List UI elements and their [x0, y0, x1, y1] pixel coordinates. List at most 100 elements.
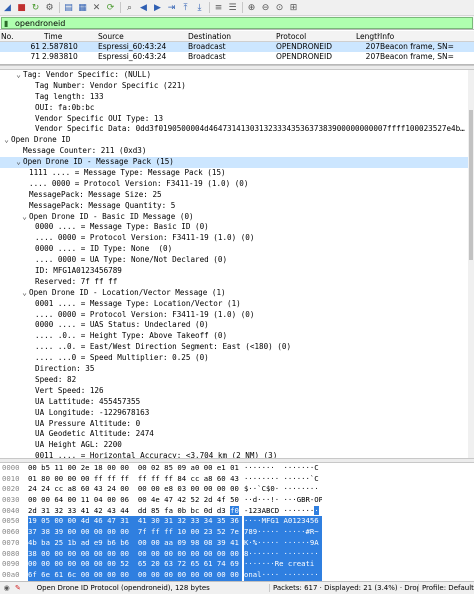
display-filter-field[interactable]: ▮ [1, 17, 473, 29]
bytes-hex[interactable]: 19 05 00 00 4d 46 47 31 41 30 31 32 33 3… [28, 516, 242, 528]
tree-item[interactable]: 0000 .... = Message Type: Basic ID (0) [0, 222, 474, 233]
tree-item[interactable]: Vert Speed: 126 [0, 386, 474, 397]
tree-item[interactable]: ⌄ Tag: Vendor Specific: (NULL) [0, 70, 474, 81]
bytes-row[interactable]: 00a0 6f 6e 61 6c 00 00 00 00 00 00 00 00 … [0, 569, 474, 581]
tree-item[interactable]: Message Counter: 211 (0xd3) [0, 146, 474, 157]
bytes-hex[interactable]: 24 24 cc a8 60 43 24 00 00 00 e8 03 00 0… [28, 484, 242, 495]
zoom-in-icon[interactable]: ⊕ [245, 1, 258, 14]
bytes-row[interactable]: 0040 2d 31 32 33 41 42 43 44 dd 85 fa 0b … [0, 505, 474, 517]
bytes-ascii[interactable]: K·%····· ······9A [244, 537, 322, 549]
bytes-row[interactable]: 0060 37 38 39 00 00 00 00 00 7f ff ff 10 … [0, 527, 474, 538]
column-header-info[interactable]: Info [380, 31, 474, 42]
bytes-ascii[interactable]: ··d···!· ···GBR-OP [244, 495, 322, 506]
bytes-hex[interactable]: 6f 6e 61 6c 00 00 00 00 00 00 00 00 00 0… [28, 569, 242, 581]
expand-arrow-icon[interactable]: ⌄ [20, 288, 29, 299]
tree-item[interactable]: Vendor Specific Data: 0dd3f0190500004d46… [0, 124, 474, 135]
tree-item[interactable]: ⌄ Open Drone ID - Basic ID Message (0) [0, 212, 474, 223]
bytes-ascii[interactable]: -123ABCD ········ [244, 505, 322, 517]
expand-arrow-icon[interactable]: ⌄ [2, 135, 11, 146]
tree-item[interactable]: 0000 .... = ID Type: None (0) [0, 244, 474, 255]
colorize-icon[interactable]: ☰ [226, 1, 239, 14]
zoom-out-icon[interactable]: ⊖ [259, 1, 272, 14]
bytes-row[interactable]: 0070 4b ba 25 1b ad e9 b6 b6 00 00 aa 09 … [0, 537, 474, 549]
tree-item[interactable]: 1111 .... = Message Type: Message Pack (… [0, 168, 474, 179]
autoscroll-icon[interactable]: ≡ [212, 1, 225, 14]
bytes-hex[interactable]: 00 b5 11 00 2e 18 00 00 00 02 85 09 a0 0… [28, 463, 242, 474]
tree-item[interactable]: UA Lattitude: 455457355 [0, 397, 474, 408]
tree-item[interactable]: ⌄ Open Drone ID [0, 135, 474, 146]
go-back-icon[interactable]: ◀ [137, 1, 150, 14]
tree-item[interactable]: .... ...0 = Speed Multiplier: 0.25 (0) [0, 353, 474, 364]
bytes-hex[interactable]: 01 80 00 00 00 ff ff ff ff ff ff 84 cc a… [28, 474, 242, 485]
packet-row[interactable]: 71 2.983810 Espressi_60:43:24 Broadcast … [0, 52, 474, 62]
bytes-ascii[interactable]: onal···· ········ [244, 569, 322, 581]
save-file-icon[interactable]: ▦ [76, 1, 89, 14]
tree-item[interactable]: UA Pressure Altitude: 0 [0, 419, 474, 430]
bytes-hex[interactable]: 4b ba 25 1b ad e9 b6 b6 00 00 aa 09 98 0… [28, 537, 242, 549]
tree-item[interactable]: ⌄ Open Drone ID - Location/Vector Message… [0, 288, 474, 299]
go-to-packet-icon[interactable]: ⇥ [165, 1, 178, 14]
bytes-hex[interactable]: 00 00 64 00 11 04 00 06 00 4e 47 42 52 2… [28, 495, 242, 506]
bytes-ascii[interactable]: $··`C$0· ········ [244, 484, 322, 495]
bytes-hex[interactable]: 38 00 00 00 00 00 00 00 00 00 00 00 00 0… [28, 548, 242, 560]
bytes-ascii[interactable]: ······· ·······C [244, 463, 322, 474]
tree-item[interactable]: UA Longitude: -1229678163 [0, 408, 474, 419]
tree-item[interactable]: .... ..0. = East/West Direction Segment:… [0, 342, 474, 353]
expand-arrow-icon[interactable]: ⌄ [14, 157, 23, 168]
go-last-icon[interactable]: ⤓ [193, 1, 206, 14]
bytes-ascii[interactable]: ········ ······`C [244, 474, 322, 485]
tree-item[interactable]: 0001 .... = Message Type: Location/Vecto… [0, 299, 474, 310]
capture-options-icon[interactable]: ⚙ [43, 1, 56, 14]
open-file-icon[interactable]: ▤ [62, 1, 75, 14]
tree-item[interactable]: OUI: fa:0b:bc [0, 103, 474, 114]
column-header-length[interactable]: Length [356, 31, 380, 42]
tree-item[interactable]: Vendor Specific OUI Type: 13 [0, 114, 474, 125]
zoom-normal-icon[interactable]: ⊙ [273, 1, 286, 14]
capture-comment-icon[interactable]: ✎ [13, 583, 22, 593]
display-filter-input[interactable] [15, 18, 455, 28]
restart-capture-icon[interactable]: ↻ [29, 1, 42, 14]
tree-item[interactable]: MessagePack: Message Size: 25 [0, 190, 474, 201]
expert-info-icon[interactable]: ◉ [2, 583, 11, 593]
bytes-ascii[interactable]: ·······Re creati [244, 559, 322, 570]
bytes-row[interactable]: 0000 00 b5 11 00 2e 18 00 00 00 02 85 09 … [0, 463, 474, 474]
tree-item[interactable]: .... 0000 = Protocol Version: F3411-19 (… [0, 233, 474, 244]
close-file-icon[interactable]: ✕ [90, 1, 103, 14]
find-packet-icon[interactable]: ⌕ [123, 1, 136, 14]
packet-row[interactable]: 61 2.587810 Espressi_60:43:24 Broadcast … [0, 42, 474, 52]
tree-item[interactable]: Tag length: 133 [0, 92, 474, 103]
tree-item[interactable]: .... .0.. = Height Type: Above Takeoff (… [0, 331, 474, 342]
bytes-ascii[interactable]: ····MFG1 A0123456 [244, 516, 322, 528]
column-header-destination[interactable]: Destination [188, 31, 274, 42]
go-first-icon[interactable]: ⤒ [179, 1, 192, 14]
bytes-row[interactable]: 0090 00 00 00 00 00 00 00 52 65 20 63 72 … [0, 559, 474, 570]
reload-file-icon[interactable]: ⟳ [104, 1, 117, 14]
tree-item[interactable]: Direction: 35 [0, 364, 474, 375]
expand-arrow-icon[interactable]: ⌄ [14, 70, 23, 81]
tree-item[interactable]: ID: MFG1A0123456789 [0, 266, 474, 277]
stop-capture-icon[interactable]: ■ [15, 1, 28, 14]
tree-item[interactable]: ⌄ Open Drone ID - Message Pack (15) [0, 157, 474, 169]
expand-arrow-icon[interactable]: ⌄ [20, 212, 29, 223]
tree-item[interactable]: MessagePack: Message Quantity: 5 [0, 201, 474, 212]
tree-item[interactable]: .... 0000 = Protocol Version: F3411-19 (… [0, 310, 474, 321]
bytes-row[interactable]: 0050 19 05 00 00 4d 46 47 31 41 30 31 32 … [0, 516, 474, 528]
tree-item[interactable]: UA Geodetic Altitude: 2474 [0, 429, 474, 440]
resize-columns-icon[interactable]: ⊞ [287, 1, 300, 14]
details-scrollbar[interactable] [468, 70, 474, 458]
bytes-hex[interactable]: 37 38 39 00 00 00 00 00 7f ff ff 10 00 2… [28, 527, 242, 538]
tree-item[interactable]: .... 0000 = UA Type: None/Not Declared (… [0, 255, 474, 266]
column-header-protocol[interactable]: Protocol [276, 31, 354, 42]
status-profile[interactable]: Profile: Default [417, 584, 474, 592]
bytes-row[interactable]: 0080 38 00 00 00 00 00 00 00 00 00 00 00 … [0, 548, 474, 560]
tree-item[interactable]: Reserved: 7f ff ff [0, 277, 474, 288]
tree-item[interactable]: 0011 .... = Horizontal Accuracy: <3.704 … [0, 451, 474, 458]
bytes-ascii[interactable]: 8······· ········ [244, 548, 322, 560]
bytes-row[interactable]: 0020 24 24 cc a8 60 43 24 00 00 00 e8 03 … [0, 484, 474, 495]
bytes-row[interactable]: 0010 01 80 00 00 00 ff ff ff ff ff ff 84 … [0, 474, 474, 485]
column-header-source[interactable]: Source [98, 31, 186, 42]
bytes-ascii[interactable]: 789····· ·····#R~ [244, 527, 322, 538]
bookmark-filter-icon[interactable]: ▮ [4, 19, 13, 28]
bytes-hex[interactable]: 00 00 00 00 00 00 00 52 65 20 63 72 65 6… [28, 559, 242, 570]
tree-item[interactable]: Speed: 82 [0, 375, 474, 386]
